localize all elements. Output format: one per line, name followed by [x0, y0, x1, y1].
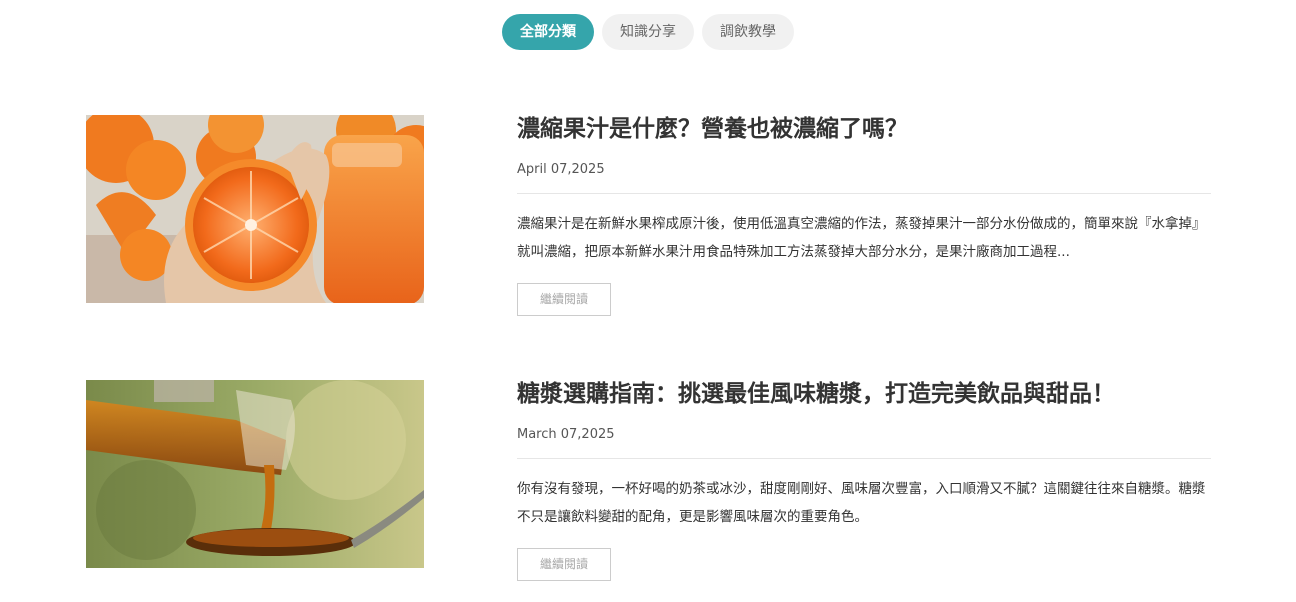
post-content: 濃縮果汁是什麼？營養也被濃縮了嗎？ April 07,2025 濃縮果汁是在新鮮…: [517, 115, 1211, 316]
tab-knowledge-sharing[interactable]: 知識分享: [602, 14, 694, 50]
read-more-button[interactable]: 繼續閱讀: [517, 283, 611, 316]
divider: [517, 193, 1211, 194]
category-tabs: 全部分類 知識分享 調飲教學: [0, 14, 1296, 50]
post-date: April 07,2025: [517, 162, 605, 177]
read-more-button[interactable]: 繼續閱讀: [517, 548, 611, 581]
post-title[interactable]: 濃縮果汁是什麼？營養也被濃縮了嗎？: [517, 115, 1211, 143]
tab-all-categories[interactable]: 全部分類: [502, 14, 594, 50]
post-title[interactable]: 糖漿選購指南：挑選最佳風味糖漿，打造完美飲品與甜品！: [517, 380, 1211, 408]
post-excerpt: 濃縮果汁是在新鮮水果榨成原汁後，使用低溫真空濃縮的作法，蒸發掉果汁一部分水份做成…: [517, 216, 1206, 260]
post-item: 濃縮果汁是什麼？營養也被濃縮了嗎？ April 07,2025 濃縮果汁是在新鮮…: [86, 115, 1212, 316]
post-thumbnail-syrup[interactable]: [86, 380, 424, 568]
post-item: 糖漿選購指南：挑選最佳風味糖漿，打造完美飲品與甜品！ March 07,2025…: [86, 380, 1212, 581]
post-content: 糖漿選購指南：挑選最佳風味糖漿，打造完美飲品與甜品！ March 07,2025…: [517, 380, 1211, 581]
tab-drink-tutorials[interactable]: 調飲教學: [702, 14, 794, 50]
post-excerpt: 你有沒有發現，一杯好喝的奶茶或冰沙，甜度剛剛好、風味層次豐富，入口順滑又不膩？這…: [517, 481, 1206, 525]
post-thumbnail-orange-juice[interactable]: [86, 115, 424, 303]
post-date: March 07,2025: [517, 427, 615, 442]
divider: [517, 458, 1211, 459]
